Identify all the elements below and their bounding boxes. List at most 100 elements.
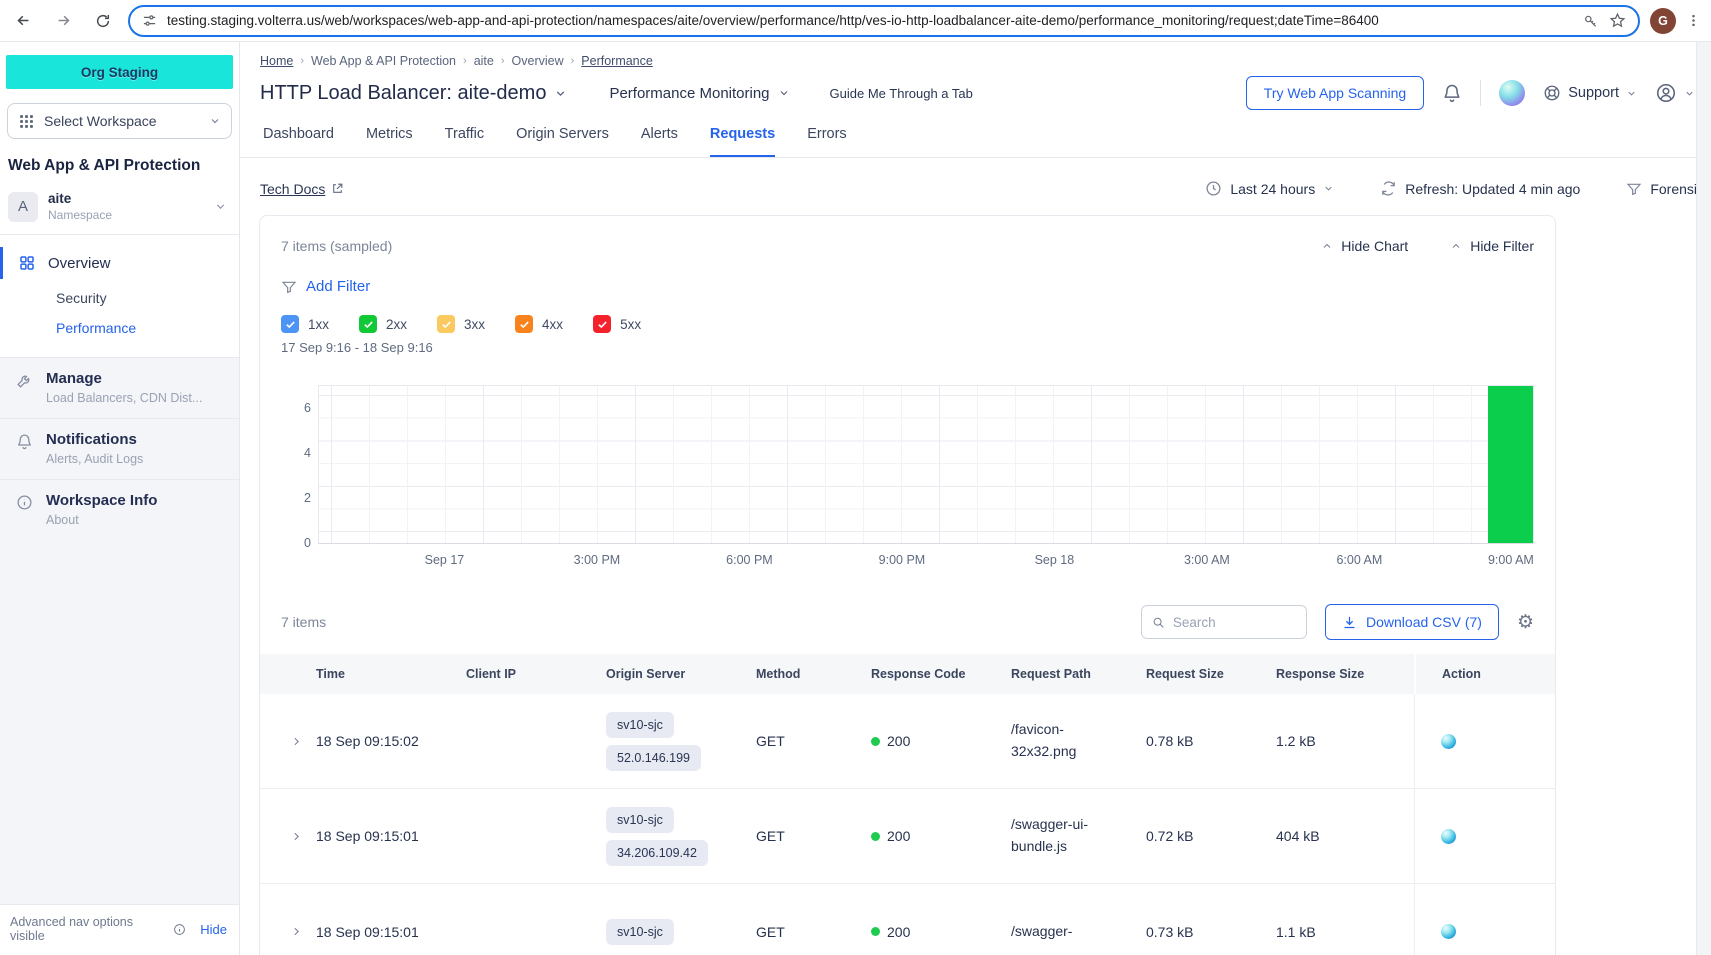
workspace-selector-label: Select Workspace — [44, 113, 200, 129]
status-dot — [871, 737, 880, 746]
table-items-count: 7 items — [281, 614, 326, 630]
row-action-orb-icon[interactable] — [1441, 734, 1456, 749]
checkbox-label: 1xx — [308, 317, 329, 332]
page-scrollbar[interactable] — [1696, 42, 1711, 955]
divider — [1480, 80, 1481, 106]
table-search[interactable] — [1141, 605, 1307, 639]
browser-menu-icon[interactable] — [1686, 13, 1701, 28]
cell-request-path: /swagger- — [1011, 921, 1123, 943]
table-row[interactable]: 18 Sep 09:15:02 sv10-sjc 52.0.146.199 GE… — [260, 694, 1555, 789]
funnel-icon — [1626, 181, 1642, 197]
time-range-selector[interactable]: Last 24 hours — [1205, 180, 1334, 197]
browser-back-button[interactable] — [8, 6, 38, 36]
chart-x-axis: Sep 17 3:00 PM 6:00 PM 9:00 PM Sep 18 3:… — [318, 544, 1534, 570]
cell-method: GET — [756, 924, 871, 940]
view-selector[interactable]: Performance Monitoring — [609, 85, 789, 102]
col-response-size: Response Size — [1276, 667, 1414, 681]
status-dot — [871, 832, 880, 841]
info-icon — [173, 923, 186, 936]
breadcrumb-performance[interactable]: Performance — [581, 54, 653, 68]
cell-request-path: /swagger-ui-bundle.js — [1011, 814, 1123, 857]
namespace-label: Namespace — [48, 208, 112, 222]
sidebar-item-manage[interactable]: Manage Load Balancers, CDN Dist... — [0, 358, 239, 419]
refresh-control[interactable]: Refresh: Updated 4 min ago — [1380, 180, 1580, 197]
tab-requests[interactable]: Requests — [710, 126, 775, 157]
breadcrumb-home[interactable]: Home — [260, 54, 293, 68]
filter-checkbox-4xx[interactable]: 4xx — [515, 315, 563, 333]
password-key-icon[interactable] — [1583, 13, 1599, 29]
site-settings-icon[interactable] — [142, 13, 157, 28]
active-nav-accent — [0, 247, 3, 279]
hide-filter-toggle[interactable]: Hide Filter — [1450, 238, 1534, 254]
browser-forward-button[interactable] — [48, 6, 78, 36]
account-menu[interactable] — [1655, 82, 1695, 104]
tab-metrics[interactable]: Metrics — [366, 126, 413, 157]
requests-table: Time Client IP Origin Server Method Resp… — [260, 654, 1555, 955]
cell-response-code: 200 — [887, 733, 910, 749]
filter-checkbox-1xx[interactable]: 1xx — [281, 315, 329, 333]
sidebar-item-performance[interactable]: Performance — [0, 313, 239, 343]
chart-bar[interactable] — [1488, 386, 1533, 543]
search-input[interactable] — [1173, 615, 1296, 630]
row-expand-chevron-icon[interactable] — [260, 735, 316, 748]
lb-title-selector[interactable]: HTTP Load Balancer: aite-demo — [260, 82, 567, 105]
support-menu[interactable]: Support — [1543, 84, 1637, 102]
row-action-orb-icon[interactable] — [1441, 924, 1456, 939]
add-filter-label: Add Filter — [306, 278, 370, 295]
sidebar-item-security[interactable]: Security — [0, 283, 239, 313]
browser-profile-avatar[interactable]: G — [1650, 8, 1676, 34]
refresh-icon — [1380, 180, 1397, 197]
hide-filter-label: Hide Filter — [1470, 238, 1534, 254]
workspace-selector[interactable]: Select Workspace — [7, 103, 232, 139]
filter-checkbox-5xx[interactable]: 5xx — [593, 315, 641, 333]
tab-alerts[interactable]: Alerts — [641, 126, 678, 157]
filter-checkbox-2xx[interactable]: 2xx — [359, 315, 407, 333]
tab-dashboard[interactable]: Dashboard — [263, 126, 334, 157]
notifications-bell-icon[interactable] — [1442, 83, 1462, 103]
guide-me-link[interactable]: Guide Me Through a Tab — [830, 86, 973, 101]
row-expand-chevron-icon[interactable] — [260, 830, 316, 843]
hide-advanced-nav-link[interactable]: Hide — [200, 922, 227, 937]
origin-server-pill[interactable]: sv10-sjc — [606, 712, 674, 738]
bell-icon — [16, 433, 33, 466]
origin-ip-pill[interactable]: 34.206.109.42 — [606, 840, 708, 866]
origin-server-pill[interactable]: sv10-sjc — [606, 919, 674, 945]
tab-errors[interactable]: Errors — [807, 126, 846, 157]
browser-reload-button[interactable] — [88, 6, 118, 36]
breadcrumb-namespace[interactable]: aite — [474, 54, 494, 68]
url-input[interactable] — [167, 13, 1573, 28]
origin-server-pill[interactable]: sv10-sjc — [606, 807, 674, 833]
download-csv-button[interactable]: Download CSV (7) — [1325, 604, 1499, 640]
tab-traffic[interactable]: Traffic — [445, 126, 484, 157]
table-settings-gear-icon[interactable]: ⚙ — [1517, 613, 1534, 632]
info-icon — [16, 494, 33, 527]
checkbox-label: 5xx — [620, 317, 641, 332]
assistant-orb-icon[interactable] — [1499, 80, 1525, 106]
chevron-up-icon — [1321, 240, 1333, 252]
try-web-app-scanning-button[interactable]: Try Web App Scanning — [1246, 76, 1424, 110]
row-expand-chevron-icon[interactable] — [260, 925, 316, 938]
status-class-filters: 1xx 2xx 3xx 4xx — [281, 315, 1534, 333]
breadcrumb-overview[interactable]: Overview — [512, 54, 564, 68]
sidebar-item-notifications[interactable]: Notifications Alerts, Audit Logs — [0, 419, 239, 480]
origin-ip-pill[interactable]: 52.0.146.199 — [606, 745, 701, 771]
add-filter-button[interactable]: Add Filter — [281, 278, 1534, 295]
namespace-selector[interactable]: A aite Namespace — [0, 181, 239, 234]
address-bar[interactable] — [128, 5, 1640, 37]
x-tick: 3:00 AM — [1184, 553, 1230, 567]
cell-method: GET — [756, 733, 871, 749]
table-row[interactable]: 18 Sep 09:15:01 sv10-sjc 34.206.109.42 G… — [260, 789, 1555, 884]
filter-checkbox-3xx[interactable]: 3xx — [437, 315, 485, 333]
row-action-orb-icon[interactable] — [1441, 829, 1456, 844]
hide-chart-toggle[interactable]: Hide Chart — [1321, 238, 1408, 254]
table-row[interactable]: 18 Sep 09:15:01 sv10-sjc GET 200 /swagge… — [260, 884, 1555, 955]
funnel-icon — [281, 279, 297, 295]
tab-origin-servers[interactable]: Origin Servers — [516, 126, 609, 157]
breadcrumb-waap[interactable]: Web App & API Protection — [311, 54, 456, 68]
bookmark-star-icon[interactable] — [1609, 12, 1626, 29]
tech-docs-link[interactable]: Tech Docs — [260, 181, 344, 197]
sidebar-item-overview[interactable]: Overview — [0, 243, 239, 283]
x-tick: 9:00 AM — [1488, 553, 1534, 567]
sidebar-item-workspace-info[interactable]: Workspace Info About — [0, 480, 239, 540]
cell-request-path: /favicon-32x32.png — [1011, 719, 1123, 762]
